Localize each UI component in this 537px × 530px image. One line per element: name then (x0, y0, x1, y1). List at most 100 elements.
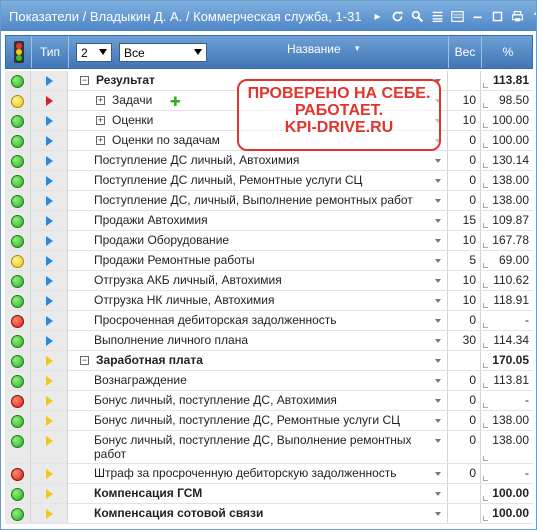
collapse-icon[interactable]: − (80, 356, 89, 365)
row-menu-chevron-down-icon[interactable] (435, 439, 441, 443)
row-menu-chevron-down-icon[interactable] (435, 379, 441, 383)
percent-cell[interactable]: 138.00 (481, 411, 533, 430)
table-row[interactable]: Продажи Оборудование 10 167.78 (5, 231, 533, 251)
percent-cell[interactable]: 110.62 (481, 271, 533, 290)
percent-cell[interactable]: 100.00 (481, 131, 533, 150)
name-cell[interactable]: Бонус личный, поступление ДС, Автохимия (68, 391, 448, 410)
row-menu-chevron-down-icon[interactable] (435, 259, 441, 263)
name-cell[interactable]: Отгрузка НК личные, Автохимия (68, 291, 448, 310)
table-row[interactable]: Поступление ДС личный, Автохимия 0 130.14 (5, 151, 533, 171)
name-cell[interactable]: Компенсация ГСМ (68, 484, 448, 503)
table-row[interactable]: Продажи Ремонтные работы 5 69.00 (5, 251, 533, 271)
row-menu-chevron-down-icon[interactable] (435, 219, 441, 223)
percent-cell[interactable]: 138.00 (481, 431, 533, 463)
percent-cell[interactable]: - (481, 391, 533, 410)
percent-cell[interactable]: 100.00 (481, 504, 533, 523)
row-menu-chevron-down-icon[interactable] (435, 179, 441, 183)
row-menu-chevron-down-icon[interactable] (435, 159, 441, 163)
row-menu-chevron-down-icon[interactable] (435, 399, 441, 403)
row-menu-chevron-down-icon[interactable] (435, 339, 441, 343)
name-cell[interactable]: Поступление ДС личный, Автохимия (68, 151, 448, 170)
expand-icon[interactable]: + (96, 136, 105, 145)
name-cell[interactable]: Продажи Ремонтные работы (68, 251, 448, 270)
next-arrow-icon[interactable]: ▸ (370, 8, 386, 24)
percent-cell[interactable]: 118.91 (481, 291, 533, 310)
percent-cell[interactable]: 98.50 (481, 91, 533, 110)
name-cell[interactable]: Продажи Автохимия (68, 211, 448, 230)
name-cell[interactable]: Продажи Оборудование (68, 231, 448, 250)
name-cell[interactable]: Бонус личный, поступление ДС, Ремонтные … (68, 411, 448, 430)
table-row[interactable]: − Заработная плата 170.05 (5, 351, 533, 371)
table-row[interactable]: Бонус личный, поступление ДС, Ремонтные … (5, 411, 533, 431)
collapse-icon[interactable]: − (80, 76, 89, 85)
name-cell[interactable]: Поступление ДС личный, Ремонтные услуги … (68, 171, 448, 190)
row-menu-chevron-down-icon[interactable] (435, 359, 441, 363)
type-column-header[interactable]: Тип (32, 36, 69, 68)
percent-column-header[interactable]: % (482, 36, 534, 68)
table-row[interactable]: Поступление ДС, личный, Выполнение ремон… (5, 191, 533, 211)
row-menu-chevron-down-icon[interactable] (435, 472, 441, 476)
name-cell[interactable]: Штраф за просроченную дебиторскую задолж… (68, 464, 448, 483)
percent-cell[interactable]: 170.05 (481, 351, 533, 370)
name-cell[interactable]: Просроченная дебиторская задолженность (68, 311, 448, 330)
row-menu-chevron-down-icon[interactable] (435, 199, 441, 203)
row-menu-chevron-down-icon[interactable] (435, 492, 441, 496)
percent-cell[interactable]: 138.00 (481, 191, 533, 210)
list-icon[interactable] (430, 8, 446, 24)
percent-cell[interactable]: 113.81 (481, 71, 533, 90)
name-cell[interactable]: Вознаграждение (68, 371, 448, 390)
table-row[interactable]: Бонус личный, поступление ДС, Автохимия 0… (5, 391, 533, 411)
table-row[interactable]: Продажи Автохимия 15 109.87 (5, 211, 533, 231)
name-cell[interactable]: Отгрузка АКБ личный, Автохимия (68, 271, 448, 290)
table-row[interactable]: Отгрузка НК личные, Автохимия 10 118.91 (5, 291, 533, 311)
export-csv-icon[interactable] (450, 8, 466, 24)
name-cell[interactable]: Поступление ДС, личный, Выполнение ремон… (68, 191, 448, 210)
filter-select[interactable]: Все (119, 43, 207, 62)
add-task-icon[interactable]: ✚ (170, 94, 181, 110)
percent-cell[interactable]: 100.00 (481, 111, 533, 130)
percent-cell[interactable]: 114.34 (481, 331, 533, 350)
percent-cell[interactable]: 100.00 (481, 484, 533, 503)
refresh-icon[interactable] (390, 8, 406, 24)
table-row[interactable]: Поступление ДС личный, Ремонтные услуги … (5, 171, 533, 191)
minimize-icon[interactable] (470, 8, 486, 24)
row-menu-chevron-down-icon[interactable] (435, 239, 441, 243)
percent-cell[interactable]: 113.81 (481, 371, 533, 390)
row-menu-chevron-down-icon[interactable] (435, 299, 441, 303)
name-column-label[interactable]: Название (287, 42, 341, 56)
percent-cell[interactable]: 69.00 (481, 251, 533, 270)
percent-cell[interactable]: - (481, 464, 533, 483)
table-row[interactable]: Просроченная дебиторская задолженность 0 - (5, 311, 533, 331)
search-icon[interactable] (410, 8, 426, 24)
row-menu-chevron-down-icon[interactable] (435, 512, 441, 516)
table-row[interactable]: Компенсация ГСМ 100.00 (5, 484, 533, 504)
name-cell[interactable]: − Заработная плата (68, 351, 448, 370)
status-column-header[interactable] (6, 36, 32, 68)
weight-column-header[interactable]: Вес (449, 36, 482, 68)
name-cell[interactable]: Выполнение личного плана (68, 331, 448, 350)
name-cell[interactable]: Бонус личный, поступление ДС, Выполнение… (68, 431, 448, 463)
table-row[interactable]: Вознаграждение 0 113.81 (5, 371, 533, 391)
percent-cell[interactable]: 109.87 (481, 211, 533, 230)
percent-cell[interactable]: - (481, 311, 533, 330)
table-row[interactable]: Выполнение личного плана 30 114.34 (5, 331, 533, 351)
level-select[interactable]: 2 (76, 43, 112, 62)
name-cell[interactable]: Компенсация сотовой связи (68, 504, 448, 523)
expand-icon[interactable]: + (96, 96, 105, 105)
print-icon[interactable] (510, 8, 526, 24)
weight-cell: 5 (448, 251, 481, 270)
table-row[interactable]: Штраф за просроченную дебиторскую задолж… (5, 464, 533, 484)
help-icon[interactable]: ? (530, 8, 536, 24)
table-row[interactable]: Отгрузка АКБ личный, Автохимия 10 110.62 (5, 271, 533, 291)
row-menu-chevron-down-icon[interactable] (435, 419, 441, 423)
table-row[interactable]: Компенсация сотовой связи 100.00 (5, 504, 533, 524)
table-row[interactable]: Бонус личный, поступление ДС, Выполнение… (5, 431, 533, 464)
sort-icon[interactable]: ▾ (355, 43, 360, 54)
row-menu-chevron-down-icon[interactable] (435, 279, 441, 283)
percent-cell[interactable]: 167.78 (481, 231, 533, 250)
row-menu-chevron-down-icon[interactable] (435, 319, 441, 323)
percent-cell[interactable]: 138.00 (481, 171, 533, 190)
expand-icon[interactable]: + (96, 116, 105, 125)
maximize-icon[interactable] (490, 8, 506, 24)
percent-cell[interactable]: 130.14 (481, 151, 533, 170)
